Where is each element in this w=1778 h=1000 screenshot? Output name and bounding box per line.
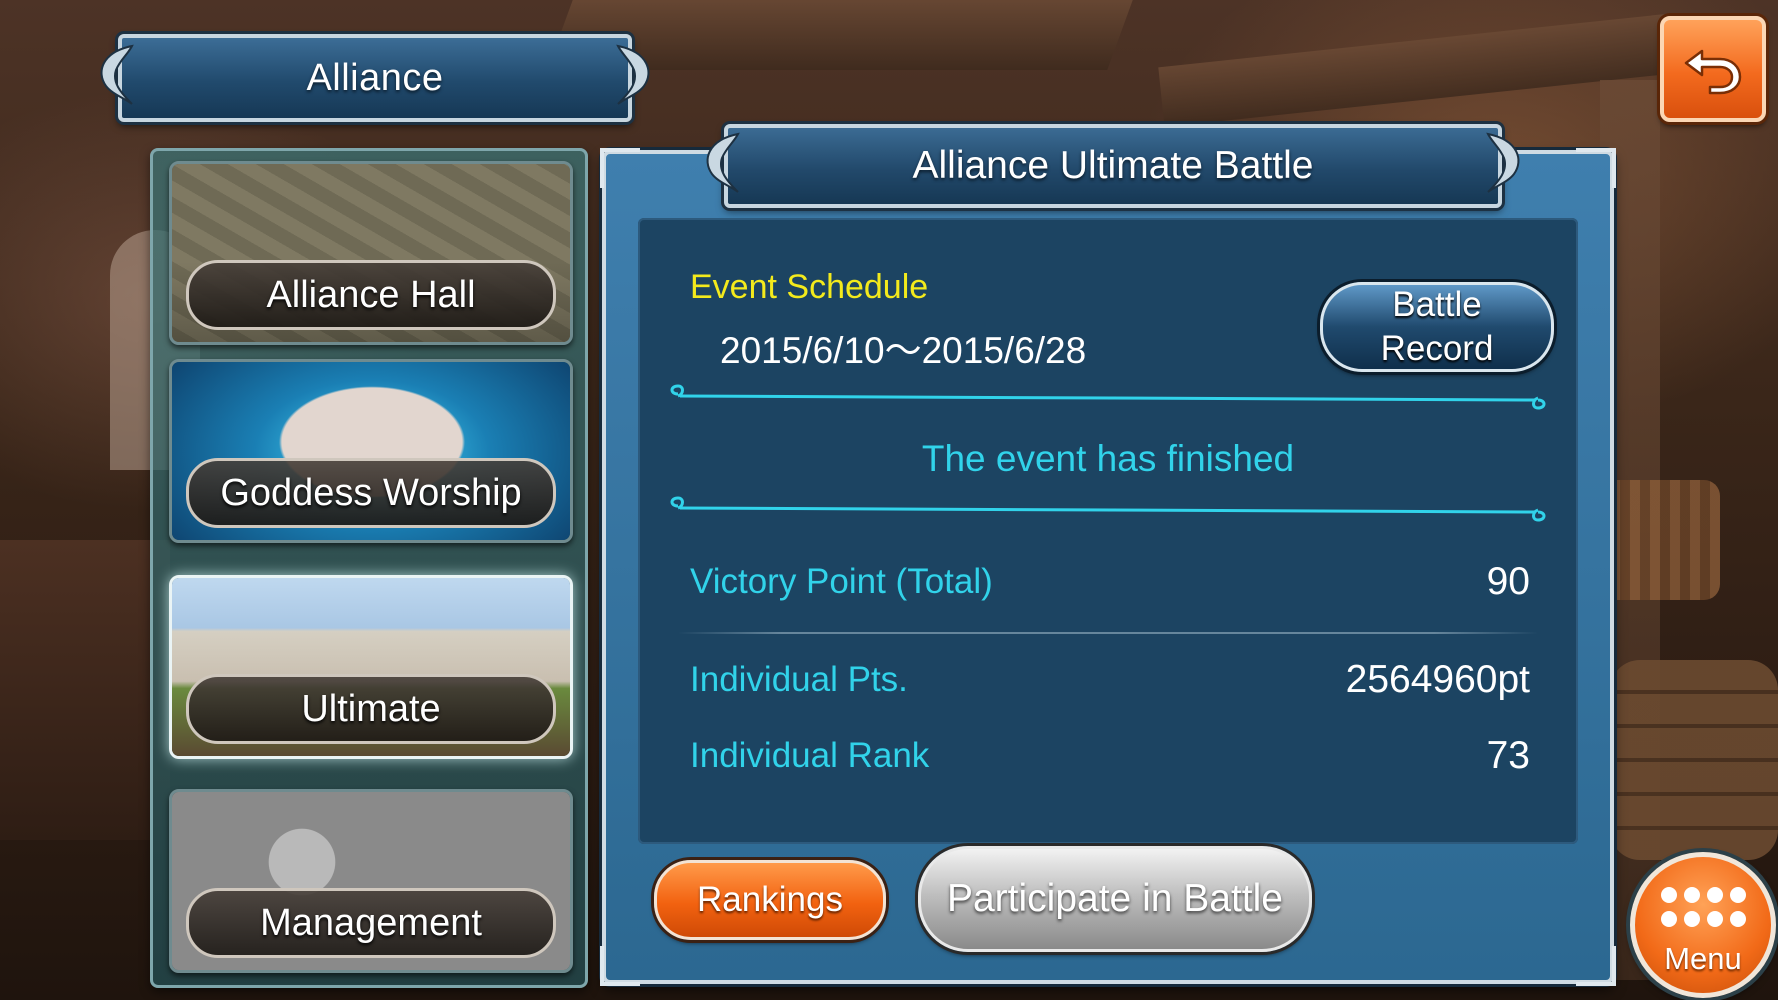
panel-corner-ornament <box>600 946 640 986</box>
menu-item-label: Goddess Worship <box>220 471 522 514</box>
battle-record-label: Battle Record <box>1380 285 1494 368</box>
battle-record-button[interactable]: Battle Record <box>1320 282 1554 372</box>
row-divider <box>678 632 1538 634</box>
return-arrow-icon <box>1684 49 1742 95</box>
menu-item-label-pill: Goddess Worship <box>186 458 556 528</box>
menu-item-management[interactable]: Management <box>169 789 573 973</box>
participate-in-battle-button[interactable]: Participate in Battle <box>918 846 1312 952</box>
menu-label: Menu <box>1664 941 1742 976</box>
individual-rank-row: Individual Rank 73 <box>690 728 1530 784</box>
panel-corner-ornament <box>1576 148 1616 188</box>
victory-point-row: Victory Point (Total) 90 <box>690 554 1530 610</box>
alliance-menu: Alliance Hall Goddess Worship Ultimate M… <box>150 148 588 988</box>
background-shelf <box>0 540 170 840</box>
stat-label: Victory Point (Total) <box>690 562 993 601</box>
stat-label: Individual Pts. <box>690 660 908 699</box>
banner-ornament-icon <box>100 44 134 105</box>
menu-item-label: Alliance Hall <box>266 273 476 316</box>
banner-ornament-icon <box>706 132 740 193</box>
rankings-button[interactable]: Rankings <box>654 860 886 940</box>
menu-item-ultimate[interactable]: Ultimate <box>169 575 573 759</box>
stat-value: 90 <box>1486 560 1530 603</box>
stat-value: 73 <box>1486 734 1530 777</box>
menu-item-label-pill: Ultimate <box>186 674 556 744</box>
menu-item-label-pill: Management <box>186 888 556 958</box>
stat-label: Individual Rank <box>690 736 930 775</box>
rankings-label: Rankings <box>697 880 843 919</box>
event-info-box: Event Schedule 2015/6/10～2015/6/28 Battl… <box>638 218 1578 844</box>
menu-item-label: Ultimate <box>301 687 441 730</box>
ultimate-battle-panel: Alliance Ultimate Battle Event Schedule … <box>600 124 1616 986</box>
banner-ornament-icon <box>616 44 650 105</box>
ornamental-divider <box>670 496 1546 522</box>
menu-item-alliance-hall[interactable]: Alliance Hall <box>169 161 573 345</box>
banner-ornament-icon <box>1486 132 1520 193</box>
participate-label: Participate in Battle <box>946 877 1283 920</box>
background-barrel <box>1610 660 1778 860</box>
page-title: Alliance <box>306 56 444 99</box>
panel-corner-ornament <box>1576 946 1616 986</box>
individual-points-row: Individual Pts. 2564960pt <box>690 652 1530 708</box>
panel-title: Alliance Ultimate Battle <box>912 144 1314 187</box>
menu-item-label-pill: Alliance Hall <box>186 260 556 330</box>
menu-button[interactable]: Menu <box>1630 852 1776 998</box>
ornamental-divider <box>670 384 1546 410</box>
event-schedule-dates: 2015/6/10～2015/6/28 <box>720 330 1087 371</box>
page-title-banner: Alliance <box>100 34 650 122</box>
panel-title-banner: Alliance Ultimate Battle <box>706 124 1520 208</box>
back-button[interactable] <box>1660 16 1766 122</box>
event-status-text: The event has finished <box>921 438 1295 479</box>
stat-value: 2564960pt <box>1345 658 1530 701</box>
menu-item-goddess-worship[interactable]: Goddess Worship <box>169 359 573 543</box>
panel-corner-ornament <box>600 148 640 188</box>
dots-grid-icon <box>1661 887 1746 927</box>
event-schedule-label: Event Schedule <box>690 268 929 306</box>
menu-item-label: Management <box>260 901 482 944</box>
